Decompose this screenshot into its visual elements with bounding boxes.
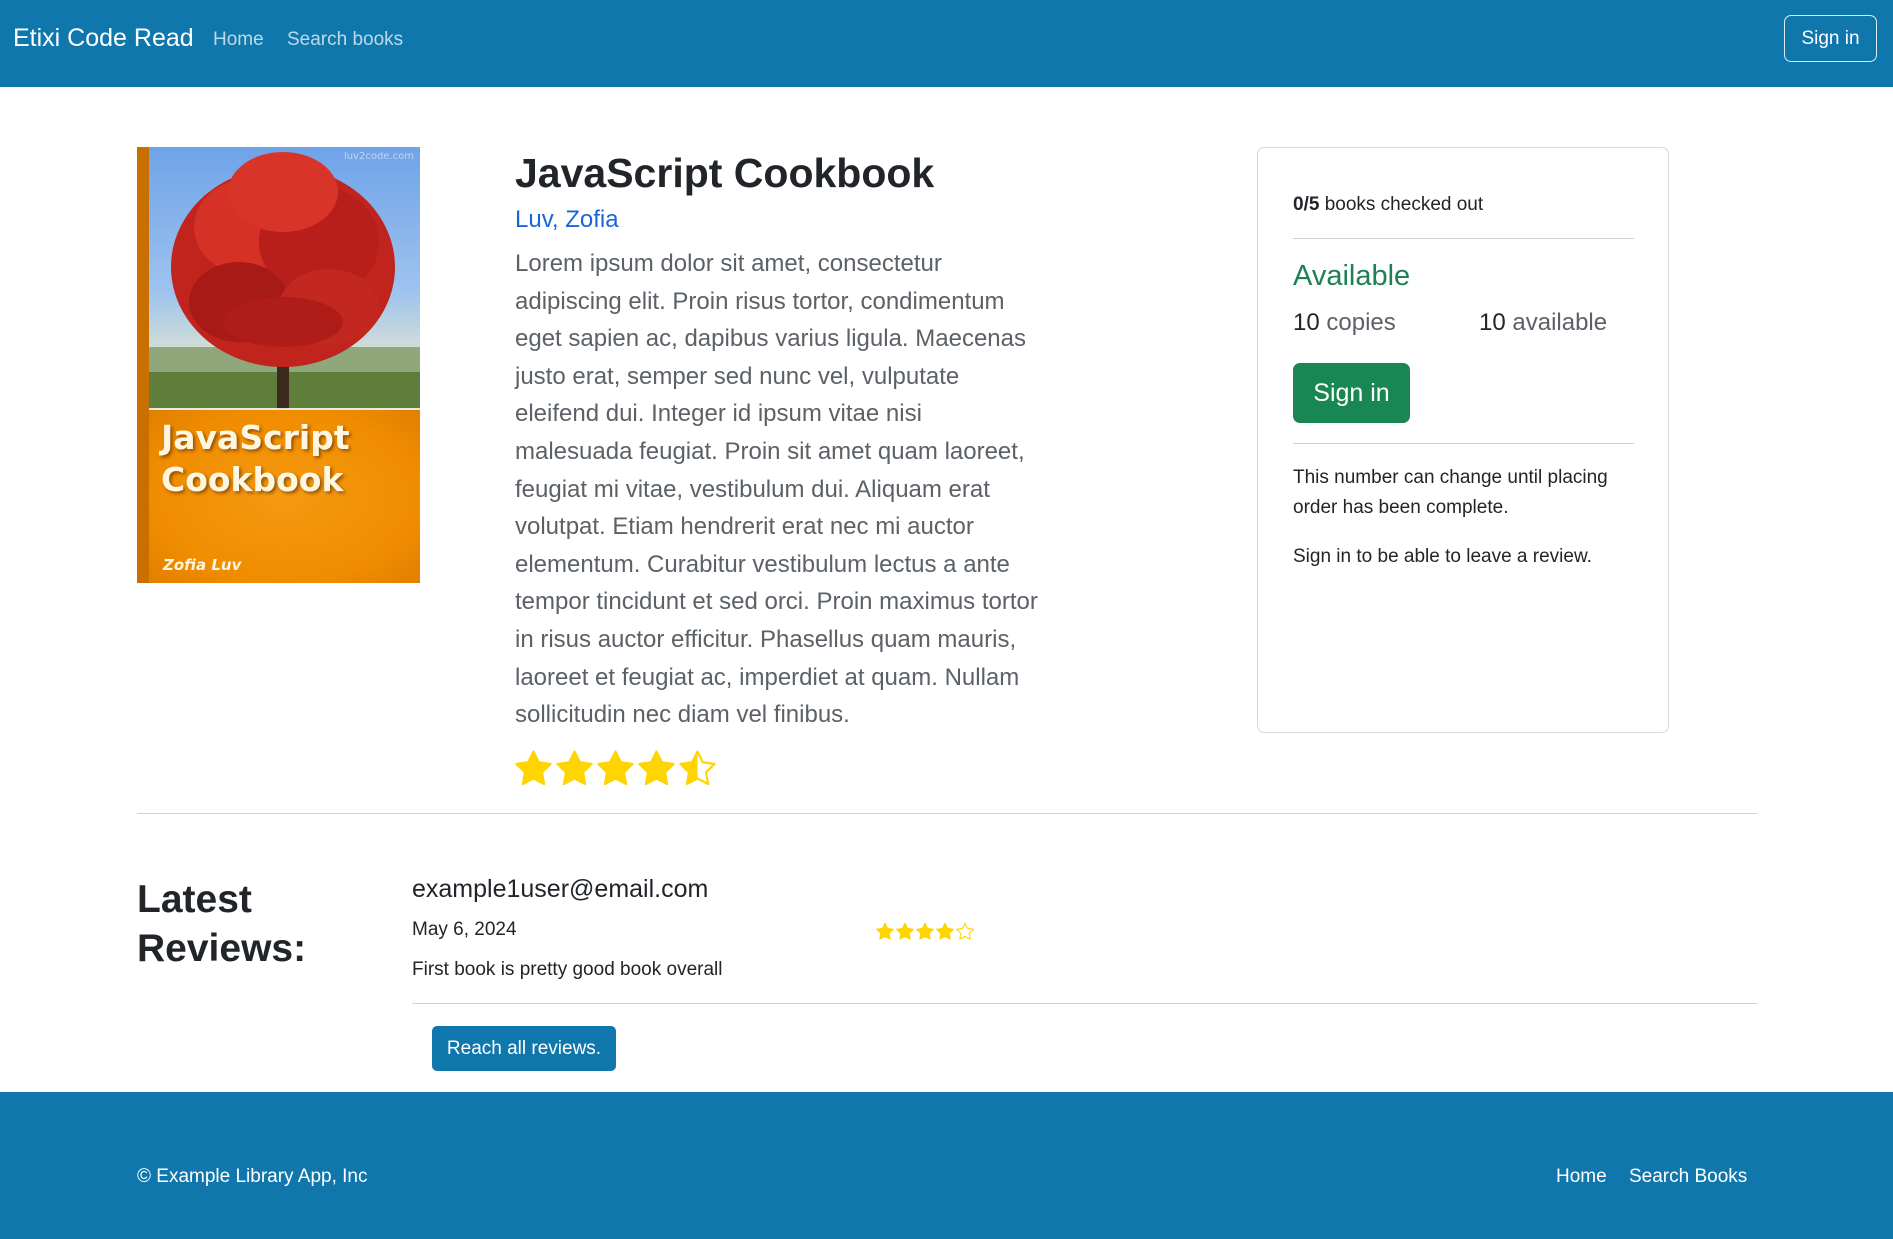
review-sign-in-note: Sign in to be able to leave a review. <box>1293 546 1592 567</box>
star-full-icon <box>597 750 634 786</box>
checkout-card: 0/5 books checked out Available 10 copie… <box>1257 147 1669 733</box>
star-full-icon <box>936 922 954 940</box>
copies-value: 10 <box>1293 309 1320 336</box>
cover-title: JavaScript Cookbook <box>161 418 350 499</box>
star-full-icon <box>876 922 894 940</box>
star-half-icon <box>679 750 716 786</box>
nav-home-link[interactable]: Home <box>213 29 264 51</box>
cover-author: Zofia Luv <box>163 556 242 574</box>
cover-watermark: luv2code.com <box>343 151 414 162</box>
tree-illustration <box>149 152 420 410</box>
review-user-email: example1user@email.com <box>412 875 709 903</box>
copies-count: 10 copies <box>1293 309 1396 337</box>
navbar: Etixi Code Read Home Search books Sign i… <box>0 0 1893 87</box>
review-text: First book is pretty good book overall <box>412 959 723 980</box>
checked-out-value: 0/5 <box>1293 194 1320 215</box>
nav-sign-in-button[interactable]: Sign in <box>1784 15 1877 62</box>
footer-copyright: © Example Library App, Inc <box>137 1166 368 1187</box>
cover-spine <box>137 147 149 583</box>
star-empty-icon <box>956 922 974 940</box>
available-label: available <box>1505 309 1608 336</box>
star-full-icon <box>638 750 675 786</box>
nav-search-books-link[interactable]: Search books <box>287 29 403 51</box>
footer-home-link[interactable]: Home <box>1556 1166 1607 1188</box>
footer-search-books-link[interactable]: Search Books <box>1629 1166 1747 1188</box>
checked-out-count: 0/5 books checked out <box>1293 194 1483 216</box>
star-full-icon <box>556 750 593 786</box>
cover-photo: luv2code.com <box>149 147 420 410</box>
footer: © Example Library App, Inc Home Search B… <box>0 1092 1893 1239</box>
copies-label: copies <box>1319 309 1396 336</box>
availability-note: This number can change until placing ord… <box>1293 467 1608 518</box>
available-count: 10 available <box>1479 309 1607 337</box>
book-title: JavaScript Cookbook <box>515 150 935 196</box>
review-divider <box>412 1003 1757 1004</box>
review-rating-stars <box>875 922 975 942</box>
card-divider <box>1293 443 1634 444</box>
checked-out-label: books checked out <box>1319 194 1484 215</box>
brand-logo[interactable]: Etixi Code Read <box>13 24 194 53</box>
star-full-icon <box>916 922 934 940</box>
card-divider <box>1293 238 1634 239</box>
section-divider <box>137 813 1757 814</box>
book-cover-image: luv2code.com JavaScript Cookbook Zofia L… <box>137 147 420 583</box>
available-value: 10 <box>1479 309 1506 336</box>
availability-status: Available <box>1293 260 1411 292</box>
book-rating-stars <box>513 749 718 790</box>
latest-reviews-heading: Latest Reviews: <box>137 878 307 970</box>
star-full-icon <box>896 922 914 940</box>
book-author-link[interactable]: Luv, Zofia <box>515 206 619 234</box>
book-description: Lorem ipsum dolor sit amet, consectetur … <box>515 250 1038 729</box>
reach-all-reviews-button[interactable]: Reach all reviews. <box>432 1026 616 1071</box>
star-full-icon <box>515 750 552 786</box>
review-date: May 6, 2024 <box>412 919 517 940</box>
card-sign-in-button[interactable]: Sign in <box>1293 363 1410 423</box>
